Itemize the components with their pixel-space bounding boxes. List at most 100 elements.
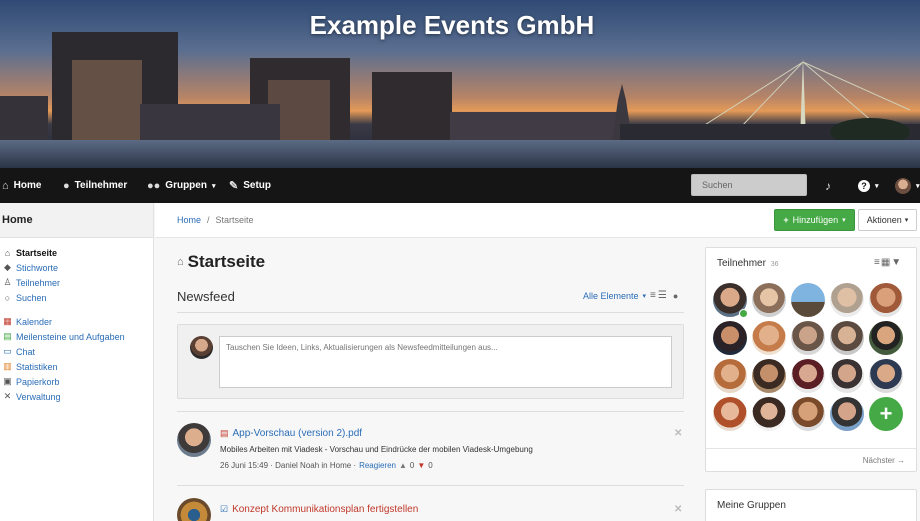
feed-item-title[interactable]: ▤ App-Vorschau (version 2).pdf — [220, 428, 362, 439]
divider — [177, 312, 684, 313]
sidebar-item-stichworte[interactable]: ◆ Stichworte — [0, 260, 153, 275]
divider — [177, 485, 684, 486]
participants-count: 36 — [770, 261, 779, 268]
filter-dropdown[interactable]: Alle Elemente — [583, 291, 639, 301]
react-link[interactable]: Reagieren — [359, 461, 396, 470]
checkbox-task-icon: ☑ — [220, 504, 229, 514]
user-menu-button[interactable]: ▾ — [895, 168, 920, 203]
avatar[interactable] — [869, 321, 903, 355]
avatar[interactable] — [791, 321, 825, 355]
tag-icon: ◆ — [4, 262, 11, 272]
sidebar-item-label: Teilnehmer — [16, 277, 61, 288]
thumbs-down-icon[interactable]: ▼ — [417, 461, 425, 470]
calendar-icon: ▦ — [3, 316, 12, 326]
avatar[interactable] — [791, 283, 825, 317]
breadcrumb-home-link[interactable]: Home — [177, 215, 201, 225]
tasks-icon: ▤ — [3, 331, 12, 341]
nav-gruppen-label: Gruppen — [165, 180, 207, 191]
avatar[interactable] — [752, 359, 786, 393]
help-menu-button[interactable]: ? ▾ — [858, 168, 879, 203]
view-toggle-icons[interactable]: ≡☰ — [650, 290, 669, 301]
add-button[interactable]: + Hinzufügen ▾ — [774, 209, 855, 231]
sidebar-item-papierkorb[interactable]: ▣ Papierkorb — [0, 374, 153, 389]
avatar[interactable] — [869, 359, 903, 393]
nav-home[interactable]: ⌂ Home — [2, 168, 41, 203]
plus-icon: + — [783, 215, 789, 225]
like-count: 0 — [409, 461, 415, 470]
actions-button[interactable]: Aktionen ▾ — [858, 209, 917, 231]
chevron-down-icon: ▾ — [211, 182, 216, 190]
sidebar-item-label: Suchen — [16, 292, 47, 303]
sidebar-item-chat[interactable]: ▭ Chat — [0, 344, 153, 359]
avatar[interactable] — [752, 397, 786, 431]
chevron-down-icon: ▾ — [916, 182, 920, 190]
participants-next-link[interactable]: Nächster → — [706, 448, 916, 472]
sidebar-item-startseite[interactable]: ⌂ Startseite — [0, 245, 153, 260]
nav-setup-label: Setup — [243, 180, 271, 191]
feed-item-title[interactable]: ☑ Konzept Kommunikationsplan fertigstell… — [220, 504, 418, 515]
sidebar-item-meilensteine[interactable]: ▤ Meilensteine und Aufgaben — [0, 329, 153, 344]
sidebar-item-statistiken[interactable]: ▥ Statistiken — [0, 359, 153, 374]
participants-heading: Teilnehmer 36 — [717, 258, 779, 269]
avatar[interactable] — [830, 397, 864, 431]
nav-home-label: Home — [13, 180, 42, 191]
user-icon: ● — [63, 179, 70, 192]
feed-item: ▤ App-Vorschau (version 2).pdf Mobiles A… — [177, 421, 684, 481]
avatar[interactable] — [713, 397, 747, 431]
avatar[interactable] — [713, 359, 747, 393]
groups-panel: Meine Gruppen — [705, 489, 917, 521]
chevron-down-icon: ▾ — [842, 217, 846, 224]
avatar[interactable] — [713, 283, 748, 318]
dislike-count: 0 — [428, 461, 433, 470]
avatar — [190, 336, 213, 359]
left-sidebar: Home ⌂ Startseite ◆ Stichworte ♙ Teilneh… — [0, 203, 154, 521]
sidebar-heading: Home — [0, 203, 153, 238]
actions-button-label: Aktionen — [866, 215, 902, 225]
avatar[interactable] — [713, 321, 747, 355]
person-icon: ♙ — [3, 277, 12, 287]
avatar[interactable] — [752, 321, 786, 355]
sidebar-item-suchen[interactable]: ○ Suchen — [0, 290, 153, 305]
breadcrumb: Home / Startseite — [177, 215, 254, 225]
chat-icon[interactable]: ● — [673, 291, 678, 301]
plus-icon: + — [879, 401, 893, 426]
trash-icon: ▣ — [3, 376, 12, 386]
breadcrumb-separator: / — [207, 215, 210, 225]
help-icon: ? — [858, 179, 870, 192]
avatar[interactable] — [830, 321, 864, 355]
groups-heading: Meine Gruppen — [717, 500, 786, 511]
nav-teilnehmer-label: Teilnehmer — [74, 180, 128, 191]
nav-gruppen[interactable]: ●● Gruppen ▾ — [147, 168, 215, 203]
thumbs-up-icon[interactable]: ▲ — [399, 461, 407, 470]
river-water — [0, 140, 920, 168]
add-participant-button[interactable]: + — [869, 397, 903, 431]
close-icon[interactable]: ✕ — [674, 504, 682, 515]
feed-filter: Alle Elemente ▾ ≡☰ ● — [583, 290, 678, 301]
panel-view-toggle[interactable]: ≡▦▼ — [874, 257, 902, 268]
sidebar-item-label: Kalender — [16, 316, 53, 327]
avatar[interactable] — [830, 359, 864, 393]
avatar[interactable] — [791, 359, 825, 393]
home-icon: ⌂ — [4, 247, 11, 258]
pdf-file-icon: ▤ — [220, 428, 229, 438]
avatar[interactable] — [791, 397, 825, 431]
avatar[interactable] — [177, 498, 211, 521]
sidebar-item-kalender[interactable]: ▦ Kalender — [0, 314, 153, 329]
nav-setup[interactable]: ✎ Setup — [229, 168, 271, 203]
avatar[interactable] — [830, 283, 864, 317]
group-icon: ●● — [147, 179, 161, 192]
newsfeed-post-input[interactable] — [219, 336, 672, 388]
nav-teilnehmer[interactable]: ● Teilnehmer — [63, 168, 127, 203]
search-input[interactable] — [691, 174, 807, 196]
chevron-down-icon: ▾ — [642, 292, 647, 300]
newsfeed-composer — [177, 324, 684, 399]
notifications-button[interactable]: ♪ — [825, 168, 831, 203]
close-icon[interactable]: ✕ — [674, 428, 682, 439]
avatar[interactable] — [177, 423, 211, 457]
avatar[interactable] — [869, 283, 903, 317]
avatar[interactable] — [752, 283, 786, 317]
chart-icon: ▥ — [3, 361, 12, 371]
chat-icon: ▭ — [3, 346, 12, 356]
sidebar-item-verwaltung[interactable]: ✕ Verwaltung — [0, 389, 153, 404]
sidebar-item-teilnehmer[interactable]: ♙ Teilnehmer — [0, 275, 153, 290]
